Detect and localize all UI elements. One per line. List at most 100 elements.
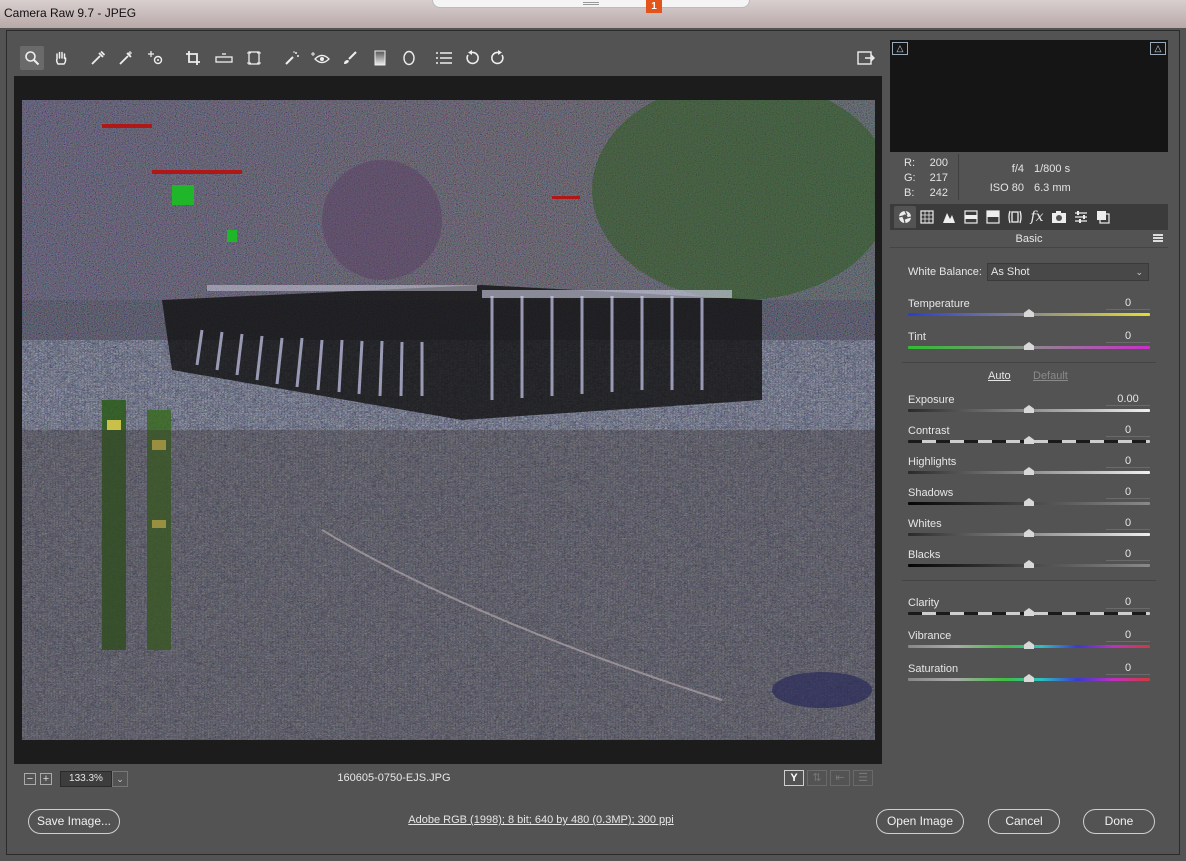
photo-preview[interactable] xyxy=(22,100,875,740)
auto-link[interactable]: Auto xyxy=(988,370,1011,382)
slider-temperature[interactable]: Temperature 0 xyxy=(908,297,1150,328)
color-sampler-tool-button[interactable] xyxy=(114,46,138,70)
fullscreen-toggle-button[interactable] xyxy=(854,46,878,70)
focal-length: 6.3 mm xyxy=(1034,182,1071,194)
toggle-settings-button[interactable]: ☰ xyxy=(853,770,873,786)
notification-badge[interactable]: 1 xyxy=(646,0,662,13)
footer: Save Image... Adobe RGB (1998); 8 bit; 6… xyxy=(6,800,1180,855)
top-pull-tab[interactable] xyxy=(432,0,750,8)
slider-value-field[interactable]: 0 xyxy=(1106,297,1150,310)
triangle-icon: △ xyxy=(896,43,904,53)
white-balance-select[interactable]: As Shot ⌄ xyxy=(987,263,1149,281)
slider-value-field[interactable]: 0 xyxy=(1106,455,1150,468)
tab-snapshots[interactable] xyxy=(1092,206,1114,228)
slider-value-field[interactable]: 0 xyxy=(1106,596,1150,609)
slider-saturation[interactable]: Saturation 0 xyxy=(908,662,1150,693)
panel-menu-icon[interactable] xyxy=(1153,234,1163,242)
straighten-tool-button[interactable] xyxy=(212,46,236,70)
grip-icon xyxy=(583,2,599,5)
iso: ISO 80 xyxy=(989,182,1024,194)
slider-label: Temperature xyxy=(908,298,970,310)
workflow-options-link[interactable]: Adobe RGB (1998); 8 bit; 640 by 480 (0.3… xyxy=(316,814,766,826)
slider-value-field[interactable]: 0 xyxy=(1106,330,1150,343)
slider-contrast[interactable]: Contrast 0 xyxy=(908,424,1150,455)
zoom-level[interactable]: 133.3% xyxy=(60,771,112,787)
spot-brush-icon xyxy=(285,51,299,65)
tab-lens-corrections[interactable] xyxy=(1004,206,1026,228)
level-icon xyxy=(215,53,233,63)
rotate-ccw-icon xyxy=(466,50,479,65)
slider-value-field[interactable]: 0 xyxy=(1106,662,1150,675)
tab-split-toning[interactable] xyxy=(982,206,1004,228)
adjustment-brush-tool-button[interactable] xyxy=(338,46,362,70)
slider-shadows[interactable]: Shadows 0 xyxy=(908,486,1150,517)
spot-removal-tool-button[interactable] xyxy=(280,46,304,70)
file-name: 160605-0750-EJS.JPG xyxy=(337,772,451,784)
tab-hsl[interactable] xyxy=(960,206,982,228)
copy-settings-button[interactable]: ⇤ xyxy=(830,770,850,786)
red-eye-tool-button[interactable] xyxy=(308,46,332,70)
swap-settings-button[interactable]: ⇅ xyxy=(807,770,827,786)
highlight-clipping-warning-button[interactable]: △ xyxy=(1150,42,1166,55)
slider-value-field[interactable]: 0 xyxy=(1106,486,1150,499)
tab-basic[interactable] xyxy=(894,206,916,228)
slider-blacks[interactable]: Blacks 0 xyxy=(908,548,1150,579)
sliders-icon: ☰ xyxy=(858,772,868,784)
preferences-tool-button[interactable] xyxy=(432,46,456,70)
slider-label: Whites xyxy=(908,518,942,530)
slider-label: Vibrance xyxy=(908,630,952,642)
default-link[interactable]: Default xyxy=(1033,370,1068,382)
transform-icon xyxy=(247,51,261,65)
targeted-adjustment-tool-button[interactable] xyxy=(144,46,168,70)
slider-label: Highlights xyxy=(908,456,957,468)
snapshots-icon xyxy=(1097,211,1110,224)
save-image-button[interactable]: Save Image... xyxy=(28,809,120,834)
tab-effects[interactable]: fx xyxy=(1026,206,1048,228)
cancel-button[interactable]: Cancel xyxy=(988,809,1060,834)
done-button[interactable]: Done xyxy=(1083,809,1155,834)
tab-detail[interactable] xyxy=(938,206,960,228)
slider-value-field[interactable]: 0.00 xyxy=(1106,393,1150,406)
slider-value-field[interactable]: 0 xyxy=(1106,424,1150,437)
zoom-tool-button[interactable] xyxy=(20,46,44,70)
tab-tone-curve[interactable] xyxy=(916,206,938,228)
zoom-in-button[interactable]: + xyxy=(40,773,52,785)
slider-label: Shadows xyxy=(908,487,954,499)
white-balance-tool-button[interactable] xyxy=(86,46,110,70)
lens-icon xyxy=(1008,210,1022,224)
hand-tool-button[interactable] xyxy=(49,46,73,70)
slider-value-field[interactable]: 0 xyxy=(1106,517,1150,530)
slider-tint[interactable]: Tint 0 xyxy=(908,330,1150,361)
slider-highlights[interactable]: Highlights 0 xyxy=(908,455,1150,486)
rotate-right-button[interactable] xyxy=(486,46,510,70)
radial-filter-tool-button[interactable] xyxy=(397,46,421,70)
slider-label: Saturation xyxy=(908,663,959,675)
slider-value-field[interactable]: 0 xyxy=(1106,629,1150,642)
zoom-out-button[interactable]: − xyxy=(24,773,36,785)
view-controls: Y ⇅ ⇤ ☰ xyxy=(784,770,873,788)
rotate-left-button[interactable] xyxy=(460,46,484,70)
white-balance-value: As Shot xyxy=(991,266,1030,278)
slider-whites[interactable]: Whites 0 xyxy=(908,517,1150,548)
open-image-button[interactable]: Open Image xyxy=(876,809,964,834)
b-value: 242 xyxy=(929,187,948,199)
split-toning-icon xyxy=(986,210,1000,224)
tab-camera-calibration[interactable] xyxy=(1048,206,1070,228)
tab-presets[interactable] xyxy=(1070,206,1092,228)
image-canvas[interactable] xyxy=(14,76,882,764)
gradient-icon xyxy=(374,50,386,66)
graduated-filter-tool-button[interactable] xyxy=(368,46,392,70)
toolbar xyxy=(14,40,882,76)
slider-value-field[interactable]: 0 xyxy=(1106,548,1150,561)
slider-vibrance[interactable]: Vibrance 0 xyxy=(908,629,1150,660)
transform-tool-button[interactable] xyxy=(242,46,266,70)
shadow-clipping-warning-button[interactable]: △ xyxy=(892,42,908,55)
zoom-dropdown-button[interactable]: ⌄ xyxy=(112,771,128,787)
brush-icon xyxy=(344,51,357,64)
slider-exposure[interactable]: Exposure 0.00 xyxy=(908,393,1150,424)
hsl-icon xyxy=(964,210,978,224)
slider-clarity[interactable]: Clarity 0 xyxy=(908,596,1150,627)
before-after-toggle-button[interactable]: Y xyxy=(784,770,804,786)
aperture: f/4 xyxy=(1011,163,1024,175)
crop-tool-button[interactable] xyxy=(182,46,206,70)
